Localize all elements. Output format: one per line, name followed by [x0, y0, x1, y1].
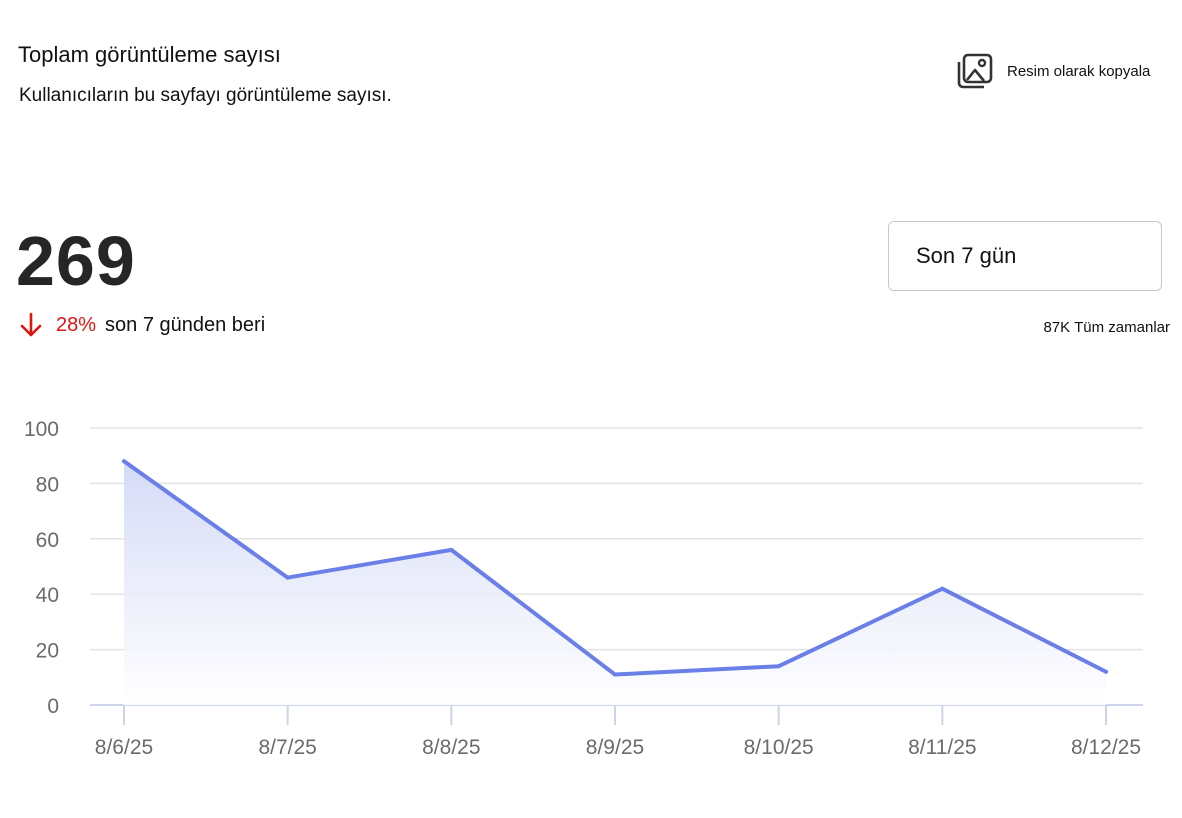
copy-as-image-label: Resim olarak kopyala	[1007, 62, 1151, 80]
data-point	[449, 547, 454, 552]
x-tick-label: 8/9/25	[586, 736, 644, 759]
all-time-value: 87K	[1043, 319, 1071, 336]
copy-as-image-button[interactable]: Resim olarak kopyala	[955, 51, 1150, 91]
trend-indicator: 28% son 7 günden beri	[20, 312, 265, 338]
arrow-down-icon	[20, 312, 42, 337]
data-point	[1104, 669, 1108, 674]
y-tick-label: 20	[36, 640, 59, 663]
x-tick-label: 8/12/25	[1071, 736, 1141, 759]
data-point	[613, 672, 617, 677]
data-point	[122, 459, 126, 464]
time-range-select[interactable]: Son 7 gün	[888, 221, 1162, 291]
data-point	[776, 664, 781, 669]
x-tick-label: 8/10/25	[744, 736, 814, 759]
all-time-label: Tüm zamanlar	[1074, 319, 1170, 336]
change-percent: 28%	[56, 313, 97, 336]
x-tick-label: 8/6/25	[95, 736, 153, 759]
x-tick-label: 8/8/25	[422, 736, 480, 759]
total-views-value: 269	[16, 222, 136, 300]
page-subtitle: Kullanıcıların bu sayfayı görüntüleme sa…	[19, 85, 392, 106]
area-fill	[124, 461, 1106, 705]
page-title: Toplam görüntüleme sayısı	[18, 42, 281, 67]
y-tick-label: 80	[36, 473, 59, 496]
data-point	[940, 586, 945, 591]
x-tick-label: 8/11/25	[908, 736, 977, 759]
x-tick-label: 8/7/25	[258, 736, 316, 759]
y-tick-label: 60	[36, 529, 59, 552]
views-area-chart: 0 20 40 60 80 100 8/6/25 8/7/25 8/8/25 8/9/25 8/10…	[24, 418, 1143, 759]
image-icon	[957, 53, 993, 89]
all-time-total: 87K Tüm zamanlar	[1043, 319, 1170, 336]
y-tick-label: 40	[36, 584, 59, 607]
y-tick-label: 0	[47, 695, 59, 718]
data-point	[285, 575, 290, 580]
change-period-text: son 7 günden beri	[105, 313, 266, 336]
y-tick-label: 100	[24, 418, 59, 441]
